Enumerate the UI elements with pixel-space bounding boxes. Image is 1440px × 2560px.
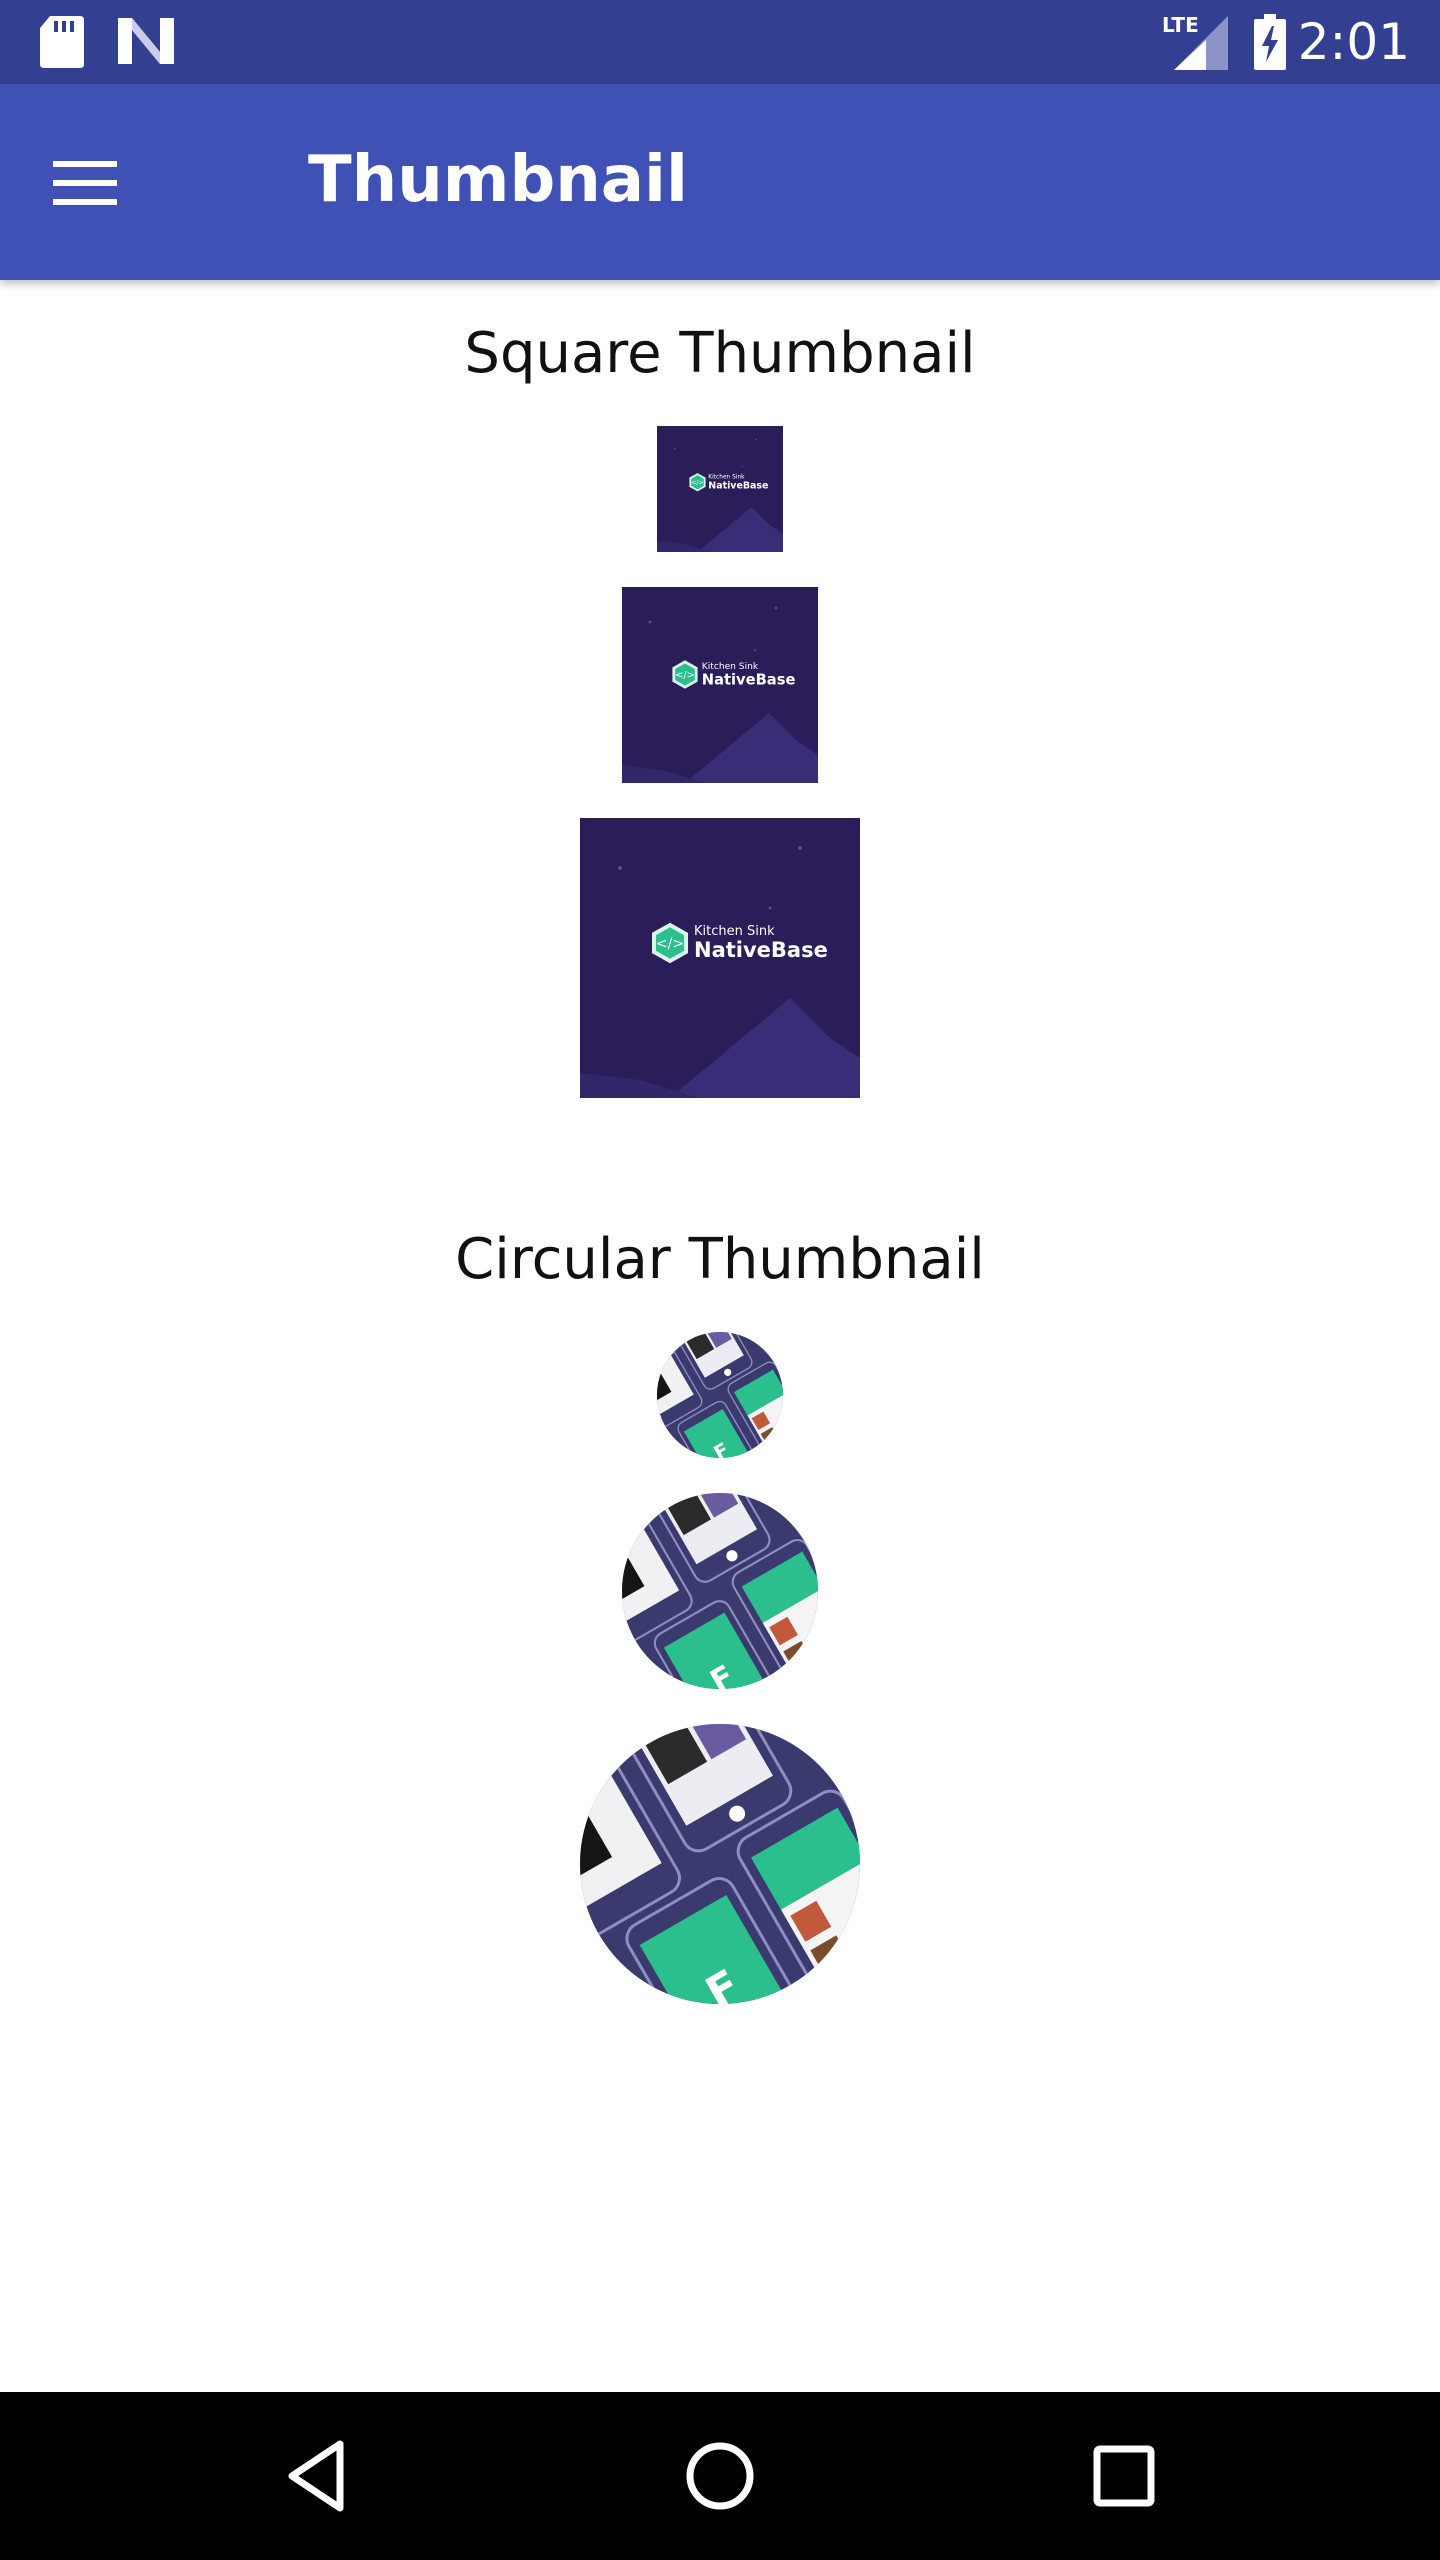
back-icon bbox=[288, 2440, 344, 2512]
circular-thumbnail-small[interactable]: F bbox=[657, 1332, 783, 1458]
app-screens-collage-image: F bbox=[657, 1332, 783, 1458]
svg-text:Kitchen Sink: Kitchen Sink bbox=[694, 924, 775, 939]
svg-text:LTE: LTE bbox=[1162, 14, 1199, 37]
recents-button[interactable] bbox=[1074, 2426, 1174, 2526]
svg-text:</>: </> bbox=[691, 480, 704, 487]
square-thumbnail-heading: Square Thumbnail bbox=[464, 321, 976, 386]
circular-thumbnail-medium[interactable]: F bbox=[622, 1493, 818, 1689]
circular-thumbnail-heading: Circular Thumbnail bbox=[455, 1227, 985, 1292]
svg-text:NativeBase: NativeBase bbox=[708, 481, 768, 492]
circular-thumbnail-large[interactable]: F bbox=[580, 1724, 860, 2004]
navigation-bar bbox=[0, 2392, 1440, 2560]
status-time: 2:01 bbox=[1297, 13, 1410, 71]
svg-text:</>: </> bbox=[656, 936, 684, 952]
hamburger-menu-icon bbox=[53, 161, 117, 205]
nativebase-logo-image: </> Kitchen Sink NativeBase bbox=[657, 426, 783, 552]
back-button[interactable] bbox=[268, 2426, 368, 2526]
menu-button[interactable] bbox=[30, 138, 140, 228]
battery-charging-icon bbox=[1254, 14, 1286, 70]
square-thumbnail-medium[interactable]: </> Kitchen Sink NativeBase bbox=[622, 587, 818, 783]
recents-icon bbox=[1093, 2445, 1155, 2507]
square-thumbnail-small[interactable]: </> Kitchen Sink NativeBase bbox=[657, 426, 783, 552]
square-thumbnail-large[interactable]: </> Kitchen Sink NativeBase bbox=[580, 818, 860, 1098]
app-screens-collage-image: F bbox=[622, 1493, 818, 1689]
svg-text:Kitchen Sink: Kitchen Sink bbox=[702, 662, 759, 672]
nativebase-logo-image: </> Kitchen Sink NativeBase bbox=[580, 818, 860, 1098]
svg-text:NativeBase: NativeBase bbox=[694, 938, 828, 962]
status-bar: LTE 2:01 bbox=[0, 0, 1440, 84]
page-title: Thumbnail bbox=[308, 143, 688, 217]
home-icon bbox=[686, 2442, 754, 2510]
nativebase-logo-image: </> Kitchen Sink NativeBase bbox=[622, 587, 818, 783]
svg-text:Kitchen Sink: Kitchen Sink bbox=[708, 475, 745, 481]
app-bar: Thumbnail bbox=[0, 84, 1440, 280]
n-logo-icon bbox=[118, 18, 174, 64]
home-button[interactable] bbox=[670, 2426, 770, 2526]
svg-text:</>: </> bbox=[675, 670, 695, 681]
lte-signal-icon: LTE bbox=[1162, 14, 1228, 70]
sd-card-icon bbox=[40, 16, 84, 68]
app-screens-collage-image: F bbox=[580, 1724, 860, 2004]
svg-text:NativeBase: NativeBase bbox=[702, 671, 796, 688]
